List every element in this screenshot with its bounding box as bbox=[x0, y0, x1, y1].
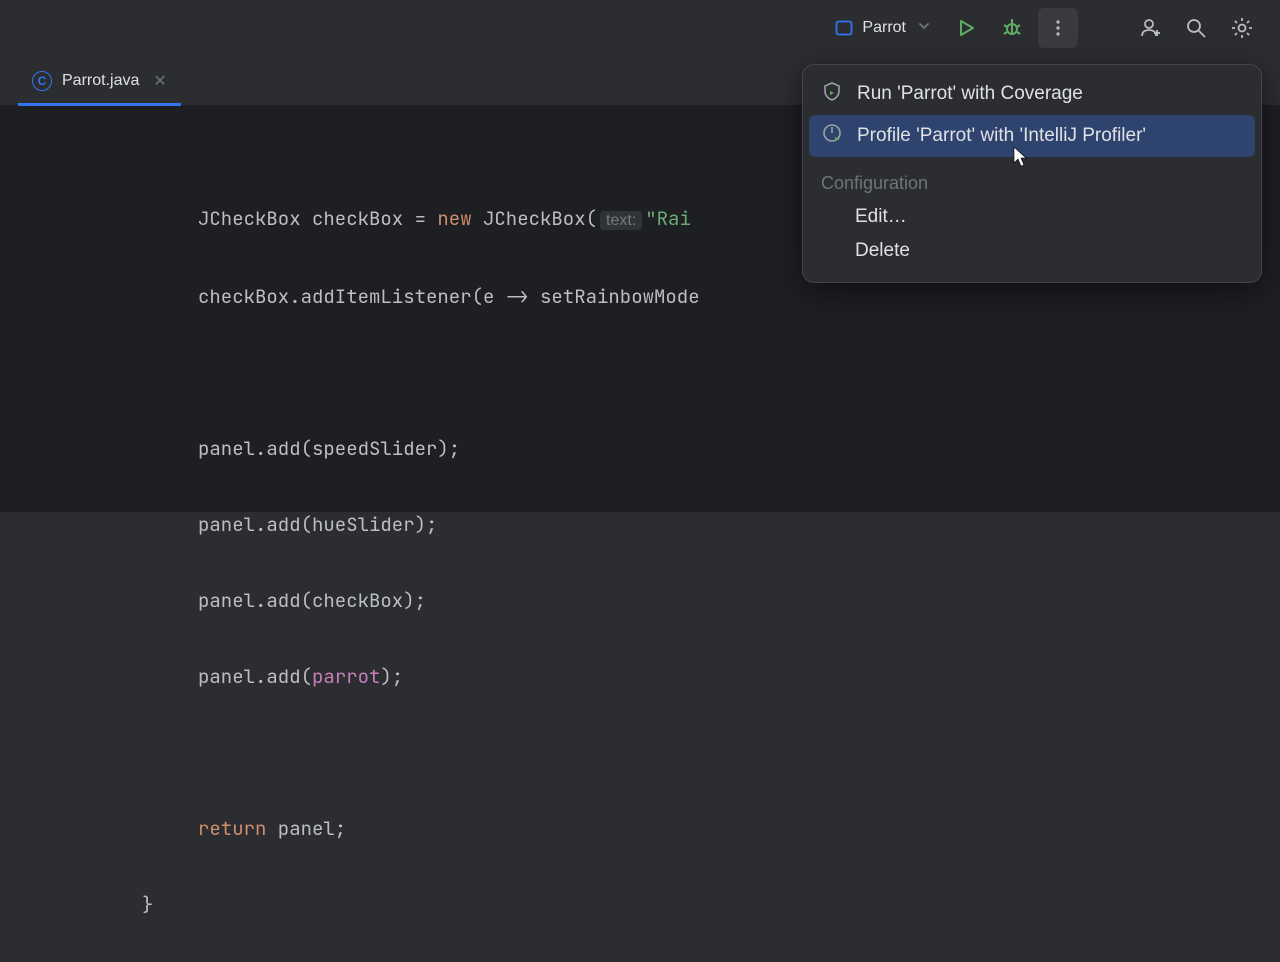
code-text: JCheckBox( bbox=[472, 206, 597, 231]
code-text: JCheckBox checkBox = bbox=[198, 206, 437, 231]
tab-close-button[interactable]: ✕ bbox=[153, 71, 166, 91]
java-class-icon: C bbox=[32, 71, 52, 91]
chevron-down-icon bbox=[918, 19, 930, 37]
menu-label: Profile 'Parrot' with 'IntelliJ Profiler… bbox=[857, 125, 1146, 147]
more-actions-button[interactable] bbox=[1038, 8, 1078, 48]
run-config-name: Parrot bbox=[862, 19, 906, 37]
code-text: panel.add(hueSlider); bbox=[198, 512, 437, 537]
profiler-icon bbox=[821, 122, 843, 150]
menu-label: Run 'Parrot' with Coverage bbox=[857, 83, 1083, 105]
run-button[interactable] bbox=[946, 8, 986, 48]
debug-button[interactable] bbox=[992, 8, 1032, 48]
code-text: panel.add(checkBox); bbox=[198, 588, 426, 613]
code-with-me-button[interactable] bbox=[1130, 8, 1170, 48]
coverage-icon bbox=[821, 80, 843, 108]
profile-with-intellij-profiler-action[interactable]: Profile 'Parrot' with 'IntelliJ Profiler… bbox=[809, 115, 1255, 157]
run-actions-popup: Run 'Parrot' with Coverage Profile 'Parr… bbox=[802, 64, 1262, 283]
inlay-hint: text: bbox=[600, 211, 642, 230]
string-literal: "Rai bbox=[645, 206, 691, 231]
run-config-selector[interactable]: Parrot bbox=[824, 14, 940, 42]
application-icon bbox=[834, 18, 854, 38]
delete-configuration-action[interactable]: Delete bbox=[803, 234, 1261, 268]
run-with-coverage-action[interactable]: Run 'Parrot' with Coverage bbox=[803, 73, 1261, 115]
code-text: } bbox=[142, 892, 153, 917]
edit-configuration-action[interactable]: Edit… bbox=[803, 200, 1261, 234]
main-toolbar: Parrot bbox=[0, 0, 1280, 56]
code-text: checkBox.addItemListener(e -> setRainbow… bbox=[198, 284, 700, 309]
code-text: ); bbox=[380, 664, 403, 689]
identifier: parrot bbox=[312, 664, 380, 689]
configuration-section-header: Configuration bbox=[803, 157, 1261, 200]
tab-parrot-java[interactable]: C Parrot.java ✕ bbox=[18, 56, 181, 105]
search-everywhere-button[interactable] bbox=[1176, 8, 1216, 48]
keyword: new bbox=[437, 206, 471, 231]
tab-filename: Parrot.java bbox=[62, 72, 139, 90]
gutter bbox=[0, 106, 72, 512]
keyword: return bbox=[198, 816, 266, 841]
code-text: panel.add(speedSlider); bbox=[198, 436, 460, 461]
code-text: panel.add( bbox=[198, 664, 312, 689]
settings-button[interactable] bbox=[1222, 8, 1262, 48]
code-text: panel; bbox=[266, 816, 346, 841]
